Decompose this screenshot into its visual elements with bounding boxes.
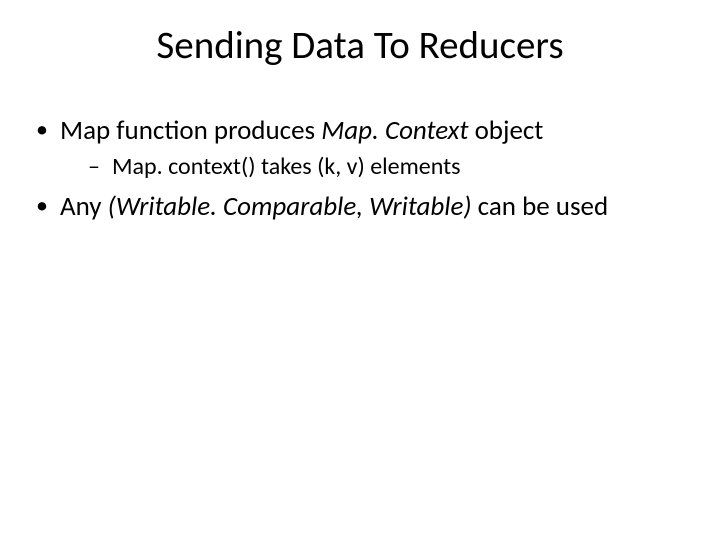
bullet-1-sublist: Map. context() takes (k, v) elements	[60, 152, 690, 181]
bullet-list: Map function produces Map. Context objec…	[30, 115, 690, 224]
bullet-1-text-pre: Map function produces	[60, 114, 321, 147]
bullet-1-sub-1: Map. context() takes (k, v) elements	[60, 152, 690, 181]
bullet-2-text-pre: Any	[60, 190, 108, 223]
bullet-2: Any (Writable. Comparable, Writable) can…	[30, 191, 690, 224]
bullet-1-text-ital: Map. Context	[321, 114, 468, 147]
slide-title: Sending Data To Reducers	[0, 0, 720, 69]
bullet-2-text-post: can be used	[472, 190, 609, 223]
bullet-2-text-ital: (Writable. Comparable, Writable)	[108, 190, 472, 223]
slide: Sending Data To Reducers Map function pr…	[0, 0, 720, 540]
slide-body: Map function produces Map. Context objec…	[0, 69, 720, 224]
bullet-1-text-post: object	[468, 114, 543, 147]
bullet-1: Map function produces Map. Context objec…	[30, 115, 690, 181]
